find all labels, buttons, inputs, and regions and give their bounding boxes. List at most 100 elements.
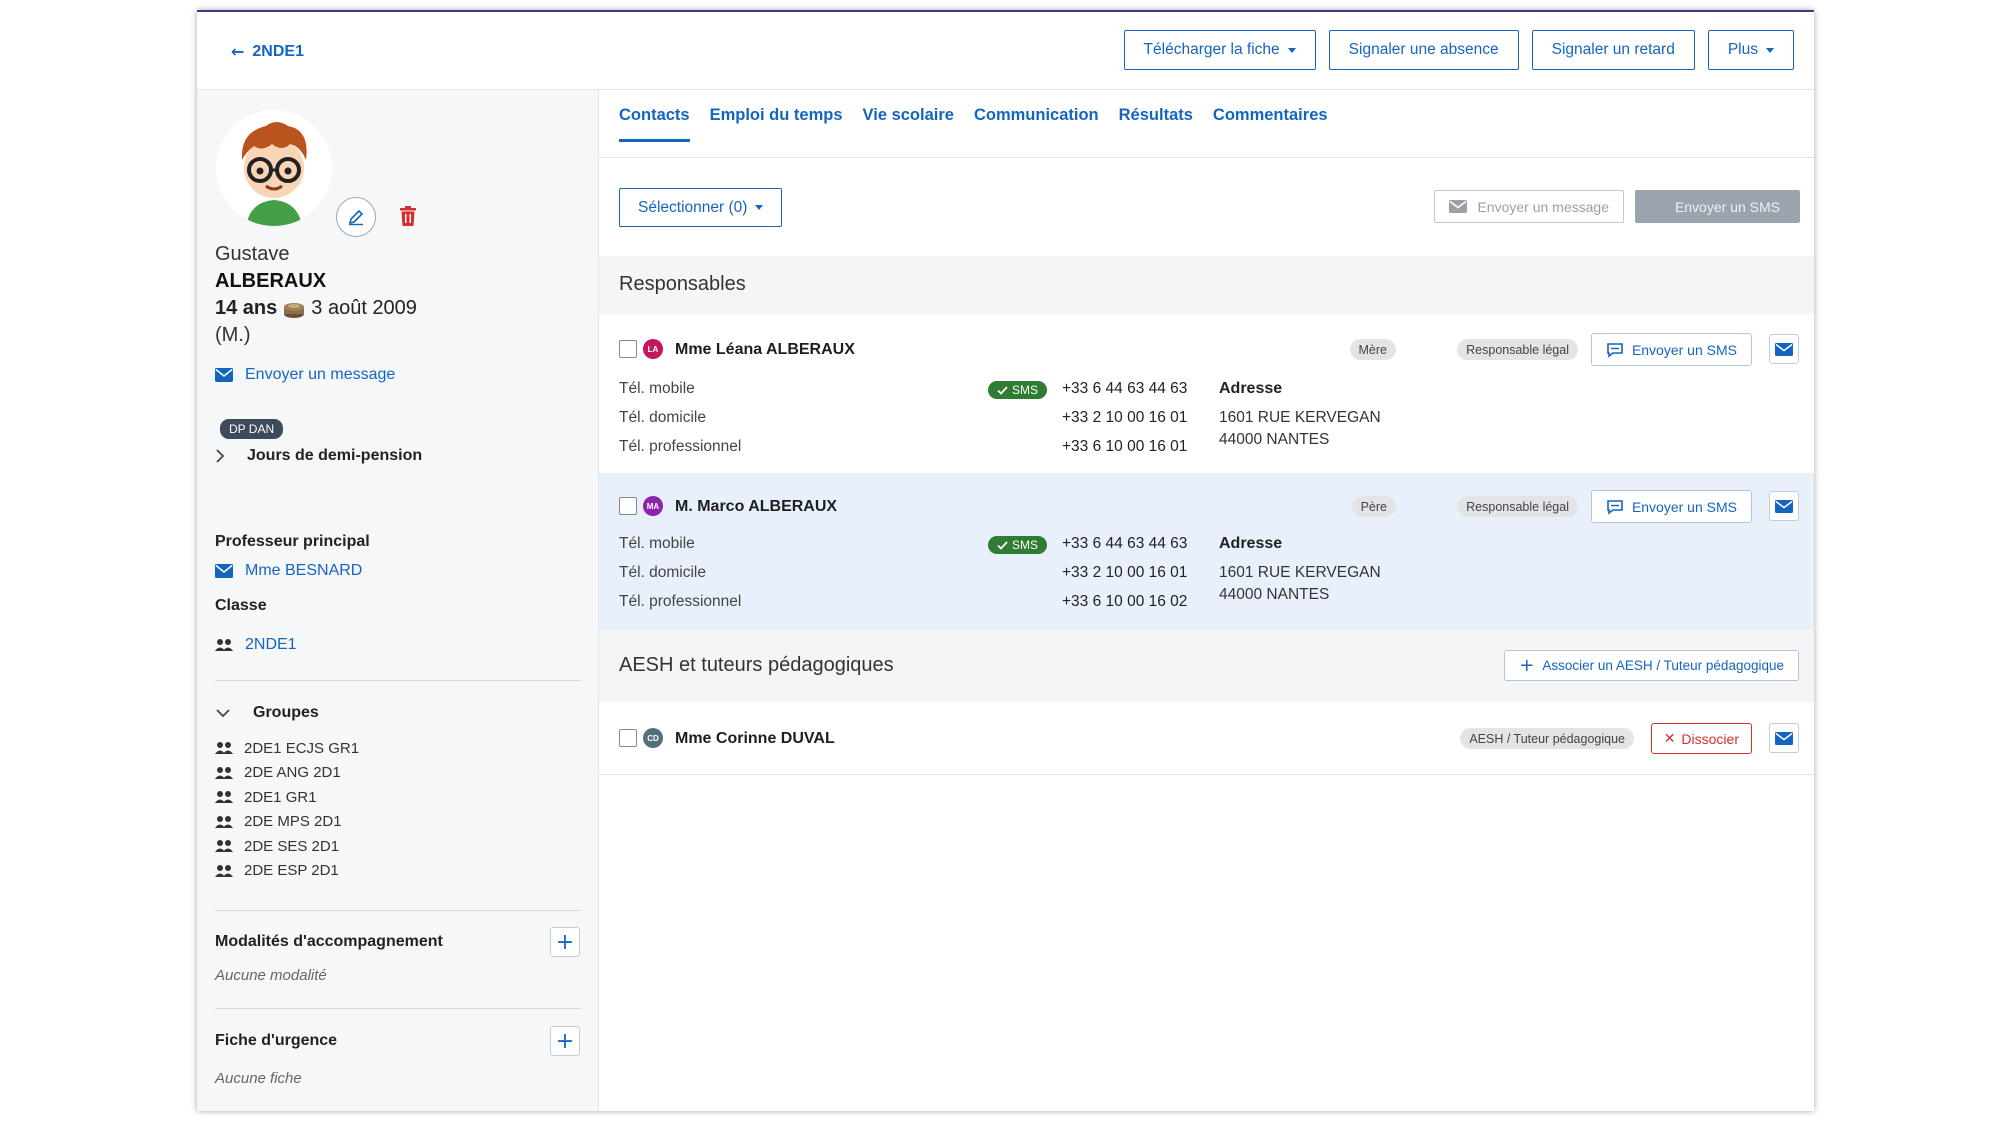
class-link[interactable]: 2NDE1 [215, 636, 297, 654]
phone-label-work: Tél. professionnel [619, 593, 742, 610]
legal-tag: Responsable légal [1457, 339, 1578, 360]
tab-resultats[interactable]: Résultats [1119, 106, 1193, 142]
tab-vie-scolaire[interactable]: Vie scolaire [863, 106, 954, 142]
send-message-button[interactable]: Envoyer un message [1434, 190, 1624, 223]
tab-contacts[interactable]: Contacts [619, 106, 690, 142]
tab-bar: Contacts Emploi du temps Vie scolaire Co… [619, 106, 1328, 142]
contact-name: Mme Corinne DUVAL [675, 730, 835, 747]
legal-tag: Responsable légal [1457, 496, 1578, 517]
more-label: Plus [1727, 41, 1758, 58]
address-line-1: 1601 RUE KERVEGAN [1219, 564, 1381, 581]
report-absence-button[interactable]: Signaler une absence [1328, 30, 1519, 70]
phone-label-work: Tél. professionnel [619, 438, 742, 455]
tab-communication[interactable]: Communication [974, 106, 1099, 142]
contact-row: CD Mme Corinne DUVAL AESH / Tuteur pédag… [599, 702, 1814, 774]
chevron-right-icon [216, 449, 225, 463]
contact-send-sms-label: Envoyer un SMS [1631, 341, 1737, 358]
contact-email-button[interactable] [1769, 723, 1799, 753]
check-icon [997, 540, 1008, 550]
check-icon [997, 385, 1008, 395]
class-title: Classe [215, 597, 267, 614]
contact-row: LA Mme Léana ALBERAUX Mère Responsable l… [599, 314, 1814, 473]
edit-photo-button[interactable] [336, 197, 376, 237]
group-icon [215, 864, 233, 877]
select-dropdown-label: Sélectionner (0) [638, 198, 748, 216]
divider [215, 1008, 581, 1009]
more-button[interactable]: Plus [1707, 30, 1794, 70]
principal-teacher-link[interactable]: Mme BESNARD [215, 562, 362, 580]
contact-email-button[interactable] [1769, 334, 1799, 364]
envelope-icon [1449, 200, 1468, 213]
report-delay-button[interactable]: Signaler un retard [1531, 30, 1695, 70]
top-actions: Télécharger la fiche Signaler une absenc… [1123, 30, 1794, 70]
role-tag: AESH / Tuteur pédagogique [1460, 728, 1634, 749]
download-sheet-label: Télécharger la fiche [1143, 41, 1280, 58]
address: 1601 RUE KERVEGAN 44000 NANTES [1219, 562, 1381, 606]
send-message-link[interactable]: Envoyer un message [215, 366, 395, 384]
divider [215, 910, 581, 911]
groups-list: 2DE1 ECJS GR1 2DE ANG 2D1 2DE1 GR1 2DE M… [215, 736, 359, 883]
student-avatar [216, 110, 332, 226]
group-icon [215, 639, 233, 651]
tab-commentaires[interactable]: Commentaires [1213, 106, 1328, 142]
tab-emploi-du-temps[interactable]: Emploi du temps [710, 106, 843, 142]
cake-icon [284, 302, 305, 318]
envelope-icon [1775, 342, 1793, 356]
demi-pension-toggle[interactable]: Jours de demi-pension [215, 447, 422, 465]
envelope-icon [1775, 731, 1793, 745]
trash-icon [400, 206, 416, 226]
contact-checkbox[interactable] [619, 340, 637, 358]
back-link[interactable]: ← 2NDE1 [231, 42, 304, 61]
student-last-name: ALBERAUX [215, 270, 327, 292]
group-name: 2DE SES 2D1 [244, 837, 340, 855]
sms-badge-label: SMS [1012, 383, 1039, 397]
contact-name: Mme Léana ALBERAUX [675, 341, 855, 358]
principal-title: Professeur principal [215, 533, 370, 550]
modalites-empty: Aucune modalité [215, 967, 327, 984]
top-bar: ← 2NDE1 Télécharger la fiche Signaler un… [197, 12, 1814, 90]
phone-mobile: +33 6 44 63 44 63 [1062, 380, 1188, 397]
chat-bubble-icon [1607, 342, 1623, 358]
contact-name: M. Marco ALBERAUX [675, 498, 838, 515]
caret-down-icon [755, 205, 764, 210]
group-icon [215, 791, 233, 804]
associate-aesh-button[interactable]: + Associer un AESH / Tuteur pédagogique [1504, 650, 1799, 681]
select-dropdown-button[interactable]: Sélectionner (0) [619, 188, 783, 227]
send-sms-button[interactable]: Envoyer un SMS [1634, 190, 1800, 223]
app-window: ← 2NDE1 Télécharger la fiche Signaler un… [197, 10, 1814, 1111]
aesh-header: AESH et tuteurs pédagogiques + Associer … [599, 630, 1814, 702]
report-delay-label: Signaler un retard [1551, 41, 1675, 58]
student-avatar-illustration [216, 110, 332, 226]
delete-photo-button[interactable] [400, 206, 416, 231]
dissociate-label: Dissocier [1681, 730, 1739, 747]
student-first-name: Gustave [215, 243, 290, 265]
divider [599, 774, 1814, 775]
send-message-label: Envoyer un message [245, 366, 396, 383]
contact-row: MA M. Marco ALBERAUX Père Responsable lé… [599, 473, 1814, 630]
download-sheet-button[interactable]: Télécharger la fiche [1123, 30, 1316, 70]
demi-pension-label: Jours de demi-pension [247, 447, 423, 464]
contact-checkbox[interactable] [619, 729, 637, 747]
address: 1601 RUE KERVEGAN 44000 NANTES [1219, 407, 1381, 451]
class-name: 2NDE1 [245, 636, 297, 653]
status-badge: DP DAN [220, 419, 284, 439]
contact-send-sms-button[interactable]: Envoyer un SMS [1590, 333, 1752, 366]
group-item: 2DE1 GR1 [215, 785, 359, 810]
main-panel: Contacts Emploi du temps Vie scolaire Co… [599, 90, 1814, 1111]
dissociate-button[interactable]: ✕ Dissocier [1650, 723, 1752, 754]
student-birthdate: 3 août 2009 [311, 297, 417, 319]
phone-work: +33 6 10 00 16 02 [1062, 593, 1188, 610]
contact-send-sms-button[interactable]: Envoyer un SMS [1590, 490, 1752, 523]
sms-enabled-badge: SMS [988, 536, 1048, 554]
add-urgence-button[interactable]: + [550, 1026, 580, 1056]
back-label: 2NDE1 [252, 42, 304, 60]
address-line-2: 44000 NANTES [1219, 586, 1330, 603]
group-icon [215, 840, 233, 853]
groups-toggle[interactable]: Groupes [215, 704, 319, 722]
relation-tag: Père [1351, 496, 1396, 517]
contact-checkbox[interactable] [619, 497, 637, 515]
contact-email-button[interactable] [1769, 491, 1799, 521]
student-age-line: 14 ans 3 août 2009 [215, 297, 417, 320]
add-modalite-button[interactable]: + [550, 927, 580, 957]
group-icon [215, 766, 233, 779]
